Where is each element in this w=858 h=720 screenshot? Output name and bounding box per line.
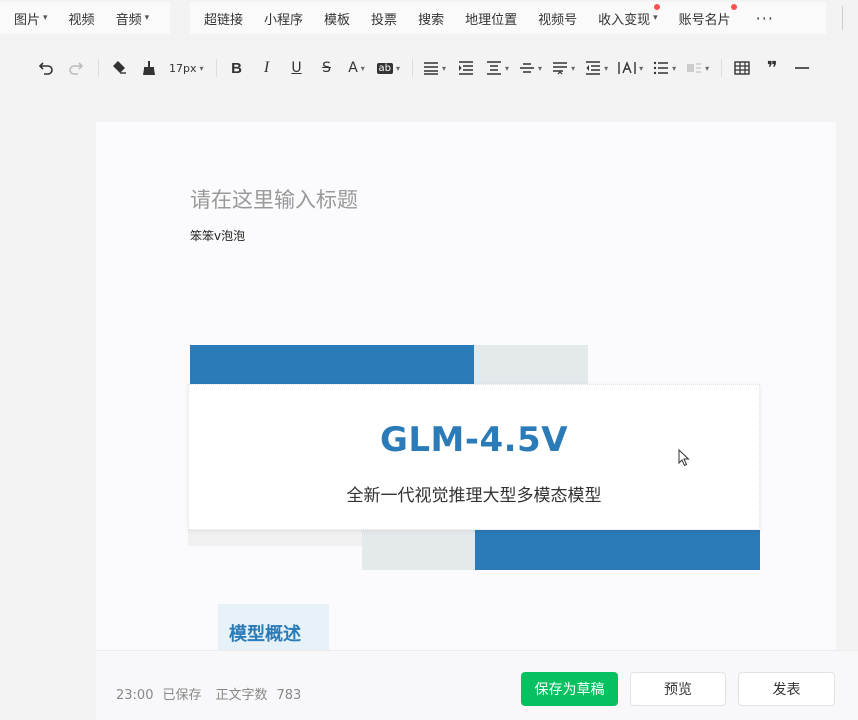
undo-icon[interactable] <box>36 56 56 80</box>
background-color-button[interactable]: ab ▾ <box>376 56 401 80</box>
menu-image-label: 图片 <box>14 12 41 28</box>
chevron-down-icon: ▾ <box>538 63 543 73</box>
banner-bar-bottom-blue <box>475 530 760 570</box>
menu-hyperlink[interactable]: 超链接 <box>204 9 243 28</box>
redo-icon[interactable] <box>66 56 86 80</box>
font-size-value: 17px <box>169 61 197 75</box>
format-toolbar: 17px ▾ B I U S A ▾ ab ▾ ▾ ▾ ▾ ▾ ▾ ▾ ▾ ▾ ❞ <box>0 46 858 90</box>
divider-line-icon[interactable] <box>792 56 812 80</box>
background-color-label: ab <box>376 62 393 74</box>
more-icon[interactable]: ··· <box>756 9 774 28</box>
menu-video-label: 视频 <box>68 12 95 28</box>
format-painter-icon[interactable] <box>139 56 159 80</box>
indent-icon[interactable] <box>456 56 476 80</box>
font-size-select[interactable]: 17px ▾ <box>169 56 204 80</box>
chevron-down-icon: ▾ <box>604 63 609 73</box>
menu-image[interactable]: 图片 ▾ <box>14 9 48 28</box>
insert-menubar: 图片 ▾ 视频 音频 ▾ 超链接 小程序 模板 投票 搜索 地理位置 视频号 收入变… <box>0 0 858 38</box>
underline-button[interactable]: U <box>287 56 307 80</box>
toolbar-divider <box>98 59 99 77</box>
menu-channels[interactable]: 视频号 <box>538 9 577 28</box>
save-state: 已保存 <box>162 688 202 703</box>
menu-monetize[interactable]: 收入变现 ▾ <box>598 3 660 28</box>
font-color-button[interactable]: A ▾ <box>347 56 367 80</box>
chevron-down-icon: ▾ <box>144 13 150 23</box>
chevron-down-icon: ▾ <box>672 63 677 73</box>
publish-button[interactable]: 发表 <box>738 672 835 706</box>
menu-audio-label: 音频 <box>115 12 142 28</box>
save-time: 23:00 <box>116 688 154 703</box>
menubar-divider <box>842 6 843 30</box>
article-title-input[interactable]: 请在这里输入标题 <box>190 184 358 214</box>
banner-shadow <box>188 528 362 546</box>
chevron-down-icon: ▾ <box>639 63 644 73</box>
menu-account-card[interactable]: 账号名片 <box>678 3 737 28</box>
section-heading: 模型概述 <box>218 604 329 652</box>
menu-location[interactable]: 地理位置 <box>465 9 517 28</box>
banner-subtitle: 全新一代视觉推理大型多模态模型 <box>346 486 602 506</box>
menu-audio[interactable]: 音频 ▾ <box>116 9 150 28</box>
bold-button[interactable]: B <box>227 56 247 80</box>
menu-vote[interactable]: 投票 <box>371 9 397 28</box>
indent-size-icon[interactable]: ▾ <box>585 56 608 80</box>
chevron-down-icon: ▾ <box>505 63 510 73</box>
save-status: 23:00 已保存 正文字数 783 <box>116 684 310 703</box>
vertical-spacing-icon[interactable]: ▾ <box>519 56 542 80</box>
chevron-down-icon: ▾ <box>571 63 576 73</box>
banner-bar-bottom-grey <box>362 530 475 570</box>
notification-dot <box>653 3 660 10</box>
menu-hyperlink-label: 超链接 <box>204 12 244 28</box>
menu-video[interactable]: 视频 <box>69 9 95 28</box>
chevron-down-icon: ▾ <box>43 13 48 23</box>
letter-spacing-icon[interactable]: ▾ <box>618 56 643 80</box>
menu-mini-program-label: 小程序 <box>264 12 304 28</box>
banner-bar-top-grey <box>474 345 588 385</box>
chevron-down-icon: ▾ <box>199 63 204 73</box>
list-icon[interactable]: ▾ <box>653 56 676 80</box>
word-count-label: 正文字数 <box>215 688 268 703</box>
menu-vote-label: 投票 <box>371 12 398 28</box>
quote-icon[interactable]: ❞ <box>762 56 782 80</box>
banner-title: GLM-4.5V <box>379 420 569 460</box>
align-icon[interactable]: ▾ <box>423 56 446 80</box>
menu-monetize-label: 收入变现 <box>598 12 651 28</box>
chevron-down-icon: ▾ <box>442 63 447 73</box>
clear-format-icon[interactable] <box>109 56 129 80</box>
toolbar-divider <box>215 59 217 77</box>
table-icon[interactable] <box>732 56 752 80</box>
banner-card: GLM-4.5V 全新一代视觉推理大型多模态模型 <box>188 384 760 530</box>
chevron-down-icon: ▾ <box>653 13 658 23</box>
menu-template-label: 模板 <box>324 12 351 28</box>
line-height-icon[interactable]: ▾ <box>552 56 575 80</box>
chevron-down-icon: ▾ <box>396 63 401 73</box>
media-menu-group: 图片 ▾ 视频 音频 ▾ <box>0 2 170 34</box>
image-float-icon[interactable]: ▾ <box>686 56 709 80</box>
font-color-label: A <box>348 60 358 76</box>
insert-menu-group: 超链接 小程序 模板 投票 搜索 地理位置 视频号 收入变现 ▾ 账号名片 ··· <box>190 2 826 34</box>
mouse-cursor-icon <box>678 448 690 471</box>
italic-button[interactable]: I <box>257 56 277 80</box>
toolbar-divider <box>412 59 414 77</box>
chevron-down-icon: ▾ <box>360 63 365 73</box>
banner-bar-top-blue <box>190 345 474 385</box>
preview-button[interactable]: 预览 <box>630 672 726 706</box>
paragraph-spacing-icon[interactable]: ▾ <box>486 56 509 80</box>
menu-channels-label: 视频号 <box>538 12 578 28</box>
author-field[interactable]: 笨笨v泡泡 <box>190 227 245 244</box>
notification-dot <box>730 3 737 10</box>
chevron-down-icon: ▾ <box>705 63 710 73</box>
menu-account-card-label: 账号名片 <box>678 12 731 28</box>
menu-mini-program[interactable]: 小程序 <box>264 9 303 28</box>
menu-search[interactable]: 搜索 <box>418 9 444 28</box>
save-draft-button[interactable]: 保存为草稿 <box>521 672 618 706</box>
menu-search-label: 搜索 <box>418 12 445 28</box>
strikethrough-button[interactable]: S <box>317 56 337 80</box>
word-count-value: 783 <box>276 688 302 703</box>
menu-template[interactable]: 模板 <box>324 9 350 28</box>
menu-location-label: 地理位置 <box>465 12 518 28</box>
toolbar-divider <box>721 59 723 77</box>
